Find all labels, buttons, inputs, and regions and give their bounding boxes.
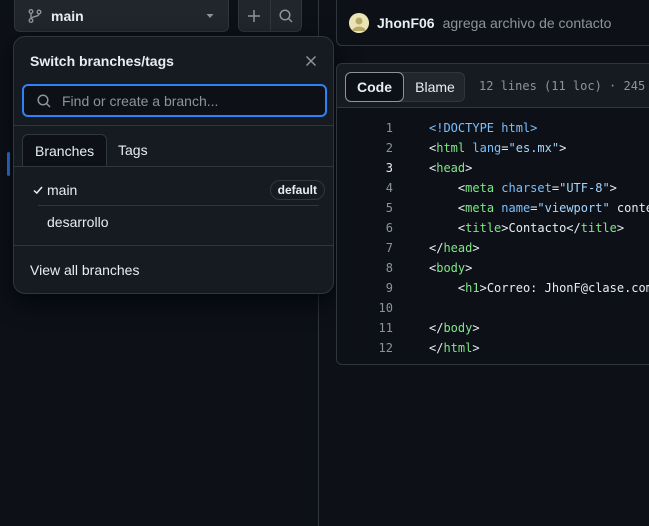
line-number[interactable]: 6: [337, 218, 393, 238]
line-source: <head>: [429, 161, 473, 175]
tab-tags[interactable]: Tags: [106, 134, 160, 166]
code-line: 1 <!DOCTYPE html>: [337, 118, 649, 138]
avatar[interactable]: [349, 12, 369, 33]
line-number[interactable]: 10: [337, 298, 393, 318]
view-switch: Code Blame: [345, 72, 465, 102]
branch-selector-button[interactable]: main: [14, 0, 229, 32]
line-number[interactable]: 8: [337, 258, 393, 278]
add-file-button[interactable]: [239, 0, 270, 31]
line-source: <h1>Correo: JhonF@clase.com</h: [457, 281, 649, 295]
code-lines: 1 <!DOCTYPE html> 2 <html lang="es.mx"> 3 <he…: [337, 118, 649, 358]
line-source: <title>Contacto</title>: [457, 221, 625, 235]
line-number[interactable]: 9: [337, 278, 393, 298]
code-header: Code Blame 12 lines (11 loc) · 245 By: [337, 64, 649, 108]
branch-item-label: main: [47, 182, 78, 198]
code-line: 5 <meta name="viewport" content=: [337, 198, 649, 218]
search-files-button[interactable]: [269, 0, 302, 31]
line-number[interactable]: 5: [337, 198, 393, 218]
close-icon: [305, 55, 317, 67]
line-number[interactable]: 12: [337, 338, 393, 358]
commit-message[interactable]: agrega archivo de contacto: [443, 15, 612, 31]
dropdown-title: Switch branches/tags: [30, 53, 174, 69]
line-number[interactable]: 11: [337, 318, 393, 338]
branch-item-label: desarrollo: [47, 214, 109, 230]
code-line: 2 <html lang="es.mx">: [337, 138, 649, 158]
tabs-underline: [14, 166, 333, 167]
tab-branches[interactable]: Branches: [22, 134, 108, 167]
line-source: <!DOCTYPE html>: [429, 121, 538, 135]
code-line: 7 </head>: [337, 238, 649, 258]
line-number[interactable]: 7: [337, 238, 393, 258]
branch-search-input[interactable]: [60, 86, 325, 115]
search-icon: [279, 8, 293, 23]
line-source: <body>: [429, 261, 473, 275]
line-number[interactable]: 3: [337, 158, 393, 178]
tab-blame[interactable]: Blame: [404, 72, 466, 102]
close-button[interactable]: [303, 53, 319, 69]
code-line: 4 <meta charset="UTF-8">: [337, 178, 649, 198]
git-branch-icon: [28, 8, 42, 23]
tab-code[interactable]: Code: [345, 72, 404, 102]
line-source: <html lang="es.mx">: [429, 141, 567, 155]
search-icon: [37, 93, 51, 108]
branch-item-main[interactable]: main default: [22, 174, 327, 206]
code-line: 9 <h1>Correo: JhonF@clase.com</h: [337, 278, 649, 298]
line-number[interactable]: 1: [337, 118, 393, 138]
line-number[interactable]: 2: [337, 138, 393, 158]
line-source: </body>: [429, 321, 480, 335]
sidebar-active-indicator: [7, 152, 10, 176]
dropdown-separator: [14, 125, 333, 126]
code-line: 6 <title>Contacto</title>: [337, 218, 649, 238]
code-line: 12 </html>: [337, 338, 649, 358]
plus-icon: [248, 9, 261, 22]
check-icon: [30, 182, 46, 198]
footer-separator: [14, 245, 333, 246]
view-all-branches-link[interactable]: View all branches: [30, 262, 139, 278]
line-number[interactable]: 4: [337, 178, 393, 198]
line-source: </html>: [429, 341, 480, 355]
branch-search-field[interactable]: [22, 84, 327, 117]
latest-commit-bar: JhonF06 agrega archivo de contacto: [336, 0, 649, 46]
check-placeholder: [30, 214, 46, 230]
code-panel: Code Blame 12 lines (11 loc) · 245 By 1 <…: [336, 63, 649, 365]
branch-item-desarrollo[interactable]: desarrollo: [22, 206, 327, 238]
branch-selector-label: main: [51, 7, 84, 24]
dropdown-tabs: Branches Tags: [14, 134, 333, 167]
line-source: <meta charset="UTF-8">: [457, 181, 617, 195]
line-source: </head>: [429, 241, 480, 255]
file-meta: 12 lines (11 loc) · 245 By: [479, 79, 649, 93]
commit-author[interactable]: JhonF06: [377, 15, 435, 31]
code-line: 11 </body>: [337, 318, 649, 338]
default-badge: default: [269, 180, 325, 200]
code-line: 10: [337, 298, 649, 318]
branch-dropdown: Switch branches/tags Branches Tags main …: [13, 36, 334, 294]
code-line: 8 <body>: [337, 258, 649, 278]
line-source: <meta name="viewport" content=: [457, 201, 649, 215]
toolbar-group: [238, 0, 302, 32]
caret-down-icon: [206, 13, 214, 18]
code-line: 3 <head>: [337, 158, 649, 178]
